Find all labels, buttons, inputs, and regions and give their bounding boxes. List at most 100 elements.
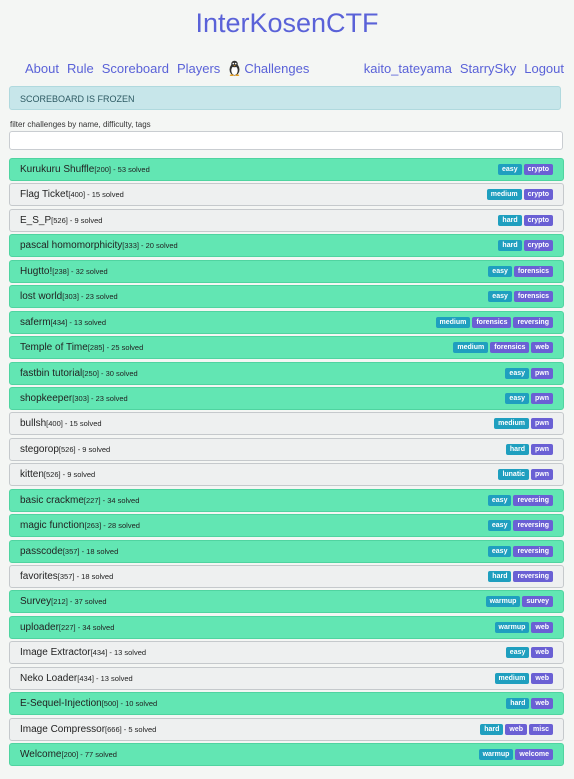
difficulty-tag[interactable]: easy: [488, 291, 512, 303]
nav-about[interactable]: About: [25, 61, 59, 76]
difficulty-tag[interactable]: medium: [486, 189, 522, 201]
challenge-name: Flag Ticket: [20, 189, 69, 201]
difficulty-tag[interactable]: hard: [506, 698, 530, 710]
challenge-tags: warmup web: [494, 621, 553, 633]
category-tag[interactable]: forensics: [472, 316, 512, 328]
category-tag[interactable]: reversing: [513, 571, 553, 582]
challenge-row[interactable]: bullsh[400] - 15 solved medium pwn: [9, 412, 564, 436]
challenge-row[interactable]: passcode[357] - 18 solved easy reversing: [9, 539, 564, 563]
challenge-score: [212]: [51, 597, 68, 607]
challenge-row[interactable]: Kurukuru Shuffle[200] - 53 solved easy cry…: [9, 158, 564, 181]
difficulty-tag[interactable]: hard: [505, 443, 529, 455]
challenge-row[interactable]: uploader[227] - 34 solved warmup web: [9, 615, 564, 639]
nav-logout[interactable]: Logout: [524, 61, 564, 76]
difficulty-tag[interactable]: warmup: [478, 749, 514, 761]
category-tag[interactable]: survey: [522, 596, 553, 608]
category-tag[interactable]: reversing: [513, 316, 553, 328]
category-tag[interactable]: crypto: [523, 164, 553, 175]
nav-scoreboard[interactable]: Scoreboard: [102, 61, 169, 76]
challenge-row[interactable]: E-Sequel-Injection[500] - 10 solved hard w…: [9, 692, 564, 716]
difficulty-tag[interactable]: hard: [498, 214, 522, 226]
challenge-row[interactable]: Image Extractor[434] - 13 solved easy web: [9, 641, 564, 665]
challenge-row[interactable]: Temple of Time[285] - 25 solved medium for…: [9, 336, 564, 360]
challenge-row[interactable]: Welcome[200] - 77 solved warmup welcome: [9, 743, 564, 767]
penguin-icon: [229, 60, 240, 76]
nav-players[interactable]: Players: [177, 61, 220, 76]
challenge-row[interactable]: magic function[263] - 28 solved easy rever…: [9, 514, 564, 538]
difficulty-tag[interactable]: warmup: [494, 621, 530, 633]
category-tag[interactable]: crypto: [523, 214, 553, 226]
nav-right: kaito_tateyama StarrySky Logout: [364, 60, 564, 76]
difficulty-tag[interactable]: medium: [494, 418, 529, 430]
category-tag[interactable]: reversing: [513, 494, 553, 506]
nav-rule[interactable]: Rule: [67, 61, 94, 76]
nav-user[interactable]: kaito_tateyama: [364, 61, 452, 76]
category-tag[interactable]: pwn: [531, 367, 553, 379]
challenge-row[interactable]: kitten[526] - 9 solved lunatic pwn: [9, 463, 564, 487]
category-tag[interactable]: reversing: [513, 520, 553, 532]
challenge-tags: easy web: [505, 647, 553, 659]
category-tag[interactable]: web: [531, 672, 553, 684]
difficulty-tag[interactable]: medium: [453, 342, 489, 354]
filter-input[interactable]: [9, 131, 563, 150]
difficulty-tag[interactable]: easy: [488, 265, 512, 277]
nav-team[interactable]: StarrySky: [460, 61, 516, 76]
category-tag[interactable]: forensics: [490, 342, 530, 354]
challenge-tags: hard crypto: [498, 240, 553, 252]
challenge-solves: - 34 solved: [75, 622, 115, 632]
difficulty-tag[interactable]: easy: [505, 647, 530, 659]
category-tag[interactable]: web: [531, 621, 553, 633]
difficulty-tag[interactable]: hard: [498, 240, 522, 252]
challenge-row[interactable]: fastbin tutorial[250] - 30 solved easy pwn: [9, 361, 564, 385]
difficulty-tag[interactable]: lunatic: [498, 469, 529, 481]
challenge-solves: - 5 solved: [121, 724, 157, 734]
difficulty-tag[interactable]: hard: [480, 723, 504, 735]
challenge-name: Kurukuru Shuffle: [20, 164, 95, 175]
challenge-row[interactable]: E_S_P[526] - 9 solved hard crypto: [9, 208, 564, 232]
difficulty-tag[interactable]: easy: [498, 164, 522, 175]
category-tag[interactable]: crypto: [523, 240, 553, 252]
challenge-row[interactable]: saferm[434] - 13 solved medium forensics re…: [9, 310, 564, 334]
difficulty-tag[interactable]: warmup: [485, 596, 521, 608]
category-tag[interactable]: pwn: [531, 392, 553, 404]
challenge-row[interactable]: basic crackme[227] - 34 solved easy revers…: [9, 488, 564, 512]
challenge-row[interactable]: Image Compressor[666] - 5 solved hard web m…: [9, 717, 564, 741]
difficulty-tag[interactable]: medium: [494, 672, 530, 684]
difficulty-tag[interactable]: easy: [505, 392, 529, 404]
category-tag[interactable]: web: [505, 723, 528, 735]
challenge-row[interactable]: favorites[357] - 18 solved hard reversing: [9, 565, 564, 588]
difficulty-tag[interactable]: hard: [488, 571, 512, 582]
category-tag[interactable]: web: [531, 647, 553, 659]
challenge-info: passcode[357] - 18 solved: [20, 546, 118, 557]
nav-challenges[interactable]: Challenges: [228, 60, 309, 76]
category-tag[interactable]: pwn: [531, 443, 553, 455]
category-tag[interactable]: misc: [529, 723, 553, 735]
category-tag[interactable]: pwn: [531, 418, 553, 430]
category-tag[interactable]: web: [531, 698, 553, 710]
difficulty-tag[interactable]: easy: [487, 520, 512, 532]
category-tag[interactable]: forensics: [513, 265, 553, 277]
challenge-name: E-Sequel-Injection: [20, 698, 102, 710]
challenge-row[interactable]: Hugtto![238] - 32 solved easy forensics: [9, 259, 564, 283]
challenge-tags: easy forensics: [488, 265, 553, 277]
category-tag[interactable]: web: [531, 342, 553, 354]
challenge-row[interactable]: Flag Ticket[400] - 15 solved medium crypto: [9, 183, 564, 207]
challenge-row[interactable]: stegorop[526] - 9 solved hard pwn: [9, 437, 564, 461]
category-tag[interactable]: pwn: [531, 469, 553, 481]
category-tag[interactable]: welcome: [515, 749, 553, 761]
difficulty-tag[interactable]: easy: [487, 545, 512, 557]
challenge-row[interactable]: shopkeeper[303] - 23 solved easy pwn: [9, 386, 564, 410]
category-tag[interactable]: forensics: [513, 291, 553, 303]
category-tag[interactable]: reversing: [513, 545, 553, 557]
challenge-row[interactable]: Survey[212] - 37 solved warmup survey: [9, 590, 564, 614]
challenge-row[interactable]: lost world[303] - 23 solved easy forensics: [9, 285, 564, 309]
difficulty-tag[interactable]: medium: [435, 316, 471, 328]
difficulty-tag[interactable]: easy: [487, 494, 512, 506]
difficulty-tag[interactable]: easy: [505, 367, 529, 379]
challenge-row[interactable]: pascal homomorphicity[333] - 20 solved ha…: [9, 234, 564, 258]
challenge-row[interactable]: Neko Loader[434] - 13 solved medium web: [9, 666, 564, 690]
site-title[interactable]: InterKosenCTF: [0, 8, 574, 39]
challenge-solves: - 18 solved: [74, 572, 114, 581]
challenge-tags: easy pwn: [505, 367, 553, 379]
category-tag[interactable]: crypto: [523, 189, 553, 201]
